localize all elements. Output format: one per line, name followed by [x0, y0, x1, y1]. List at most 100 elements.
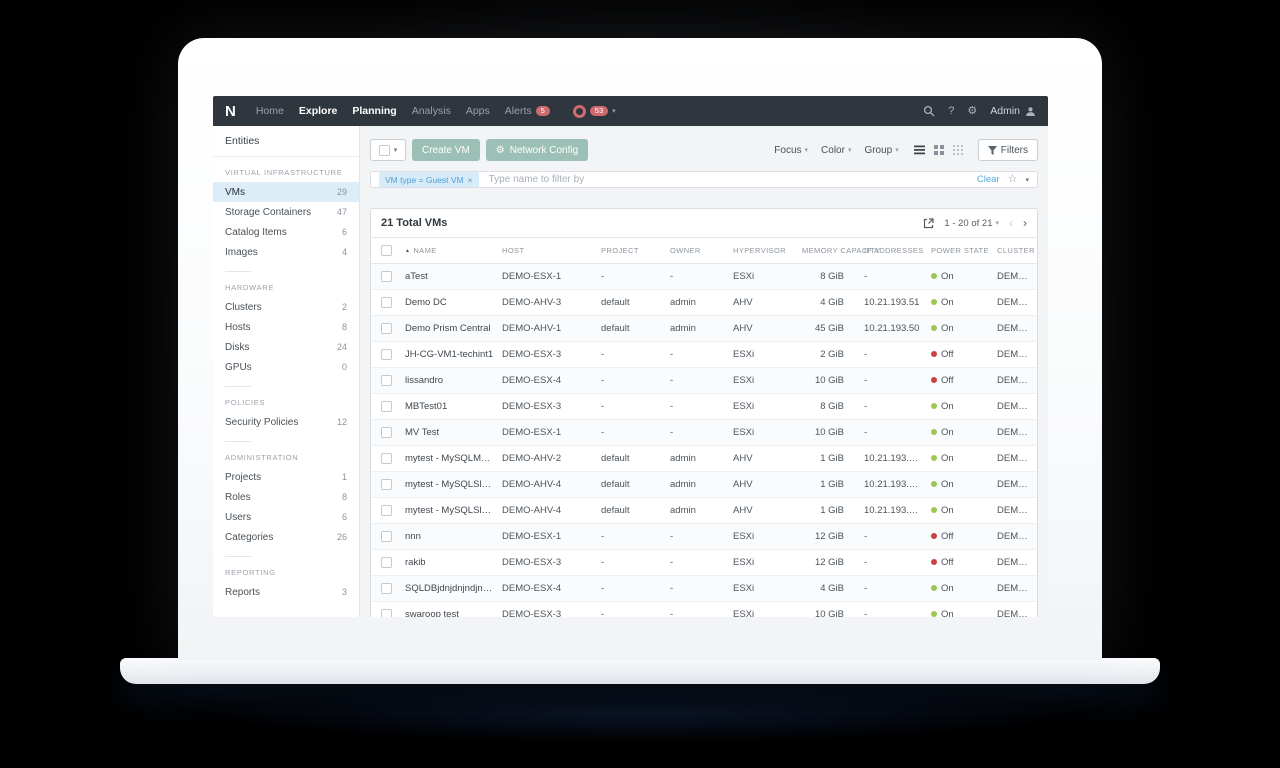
- cell-cluster: DEMO-ESXI: [993, 368, 1037, 393]
- column-header-name[interactable]: ▲NAME: [401, 239, 498, 262]
- export-icon[interactable]: [923, 218, 934, 229]
- sidebar-item-vms[interactable]: VMs29: [213, 182, 359, 202]
- cell-host: DEMO-ESX-3: [498, 550, 597, 575]
- health-indicator[interactable]: 53 ▾: [573, 105, 616, 118]
- row-checkbox-cell[interactable]: [371, 524, 401, 549]
- nav-item-home[interactable]: Home: [256, 105, 284, 117]
- cell-name: mytest - MySQLMaster: [401, 446, 498, 471]
- cell-project: -: [597, 368, 666, 393]
- column-header-project[interactable]: PROJECT: [597, 239, 666, 262]
- sidebar-item-catalog-items[interactable]: Catalog Items6: [213, 222, 359, 242]
- row-checkbox-cell[interactable]: [371, 290, 401, 315]
- cell-hypervisor: ESXi: [729, 342, 798, 367]
- table-row[interactable]: Demo Prism CentralDEMO-AHV-1defaultadmin…: [371, 316, 1037, 342]
- cell-project: default: [597, 446, 666, 471]
- header-checkbox-cell[interactable]: [371, 238, 401, 263]
- help-icon[interactable]: ?: [948, 106, 954, 117]
- page-prev-button[interactable]: ‹: [1009, 217, 1013, 229]
- nav-item-analysis[interactable]: Analysis: [412, 105, 451, 117]
- user-menu[interactable]: Admin: [990, 105, 1036, 117]
- column-header-ip[interactable]: IP ADDRESSES: [860, 239, 927, 262]
- sidebar-item-hosts[interactable]: Hosts8: [213, 317, 359, 337]
- focus-dropdown[interactable]: Focus ▾: [774, 145, 808, 156]
- search-icon[interactable]: [923, 105, 935, 117]
- table-row[interactable]: MV TestDEMO-ESX-1--ESXi10 GiB-OnDEMO-ESX…: [371, 420, 1037, 446]
- select-all-dropdown[interactable]: ▾: [370, 139, 406, 161]
- chevron-down-icon[interactable]: ▾: [1025, 176, 1029, 184]
- dot-grid-view-icon[interactable]: [953, 145, 963, 155]
- column-header-host[interactable]: HOST: [498, 239, 597, 262]
- cell-hypervisor: ESXi: [729, 394, 798, 419]
- sidebar-item-disks[interactable]: Disks24: [213, 337, 359, 357]
- row-checkbox-cell[interactable]: [371, 446, 401, 471]
- row-checkbox-cell[interactable]: [371, 316, 401, 341]
- cell-owner: -: [666, 394, 729, 419]
- table-row[interactable]: rakibDEMO-ESX-3--ESXi12 GiB-OffDEMO-ESXI: [371, 550, 1037, 576]
- sidebar-item-storage-containers[interactable]: Storage Containers47: [213, 202, 359, 222]
- close-icon[interactable]: ×: [468, 175, 473, 185]
- row-checkbox-cell[interactable]: [371, 394, 401, 419]
- gear-icon[interactable]: ⚙: [967, 106, 977, 117]
- network-config-button[interactable]: ⚙Network Config: [486, 139, 588, 161]
- table-row[interactable]: aTestDEMO-ESX-1--ESXi8 GiB-OnDEMO-ESXI: [371, 264, 1037, 290]
- sidebar-item-count: 6: [342, 227, 347, 237]
- row-checkbox-cell[interactable]: [371, 264, 401, 289]
- row-checkbox-cell[interactable]: [371, 342, 401, 367]
- filters-button[interactable]: Filters: [978, 139, 1038, 161]
- sidebar-item-users[interactable]: Users6: [213, 507, 359, 527]
- filter-chip-vm-type[interactable]: VM type = Guest VM ×: [379, 172, 479, 187]
- row-checkbox-cell[interactable]: [371, 498, 401, 523]
- row-checkbox-cell[interactable]: [371, 368, 401, 393]
- cell-hypervisor: ESXi: [729, 524, 798, 549]
- row-checkbox-cell[interactable]: [371, 602, 401, 617]
- table-row[interactable]: SQLDBjdnjdnjndjnjdnDEMO-ESX-4--ESXi4 GiB…: [371, 576, 1037, 602]
- sidebar-section-label-administration: ADMINISTRATION: [213, 442, 359, 467]
- nav-item-alerts[interactable]: Alerts 5: [505, 105, 550, 117]
- pagination-range-dropdown[interactable]: 1 - 20 of 21 ▾: [944, 218, 999, 229]
- sidebar-item-security-policies[interactable]: Security Policies12: [213, 412, 359, 432]
- cell-ip: -: [860, 524, 927, 549]
- row-checkbox-cell[interactable]: [371, 472, 401, 497]
- table-row[interactable]: mytest - MySQLSlaveVMDEMO-AHV-4defaultad…: [371, 472, 1037, 498]
- row-checkbox-cell[interactable]: [371, 576, 401, 601]
- table-row[interactable]: Demo DCDEMO-AHV-3defaultadminAHV4 GiB10.…: [371, 290, 1037, 316]
- table-row[interactable]: nnnDEMO-ESX-1--ESXi12 GiB-OffDEMO-ESXI: [371, 524, 1037, 550]
- table-row[interactable]: lissandroDEMO-ESX-4--ESXi10 GiB-OffDEMO-…: [371, 368, 1037, 394]
- column-header-memory[interactable]: MEMORY CAPACITY: [798, 239, 860, 262]
- sidebar-item-images[interactable]: Images4: [213, 242, 359, 262]
- sidebar-item-reports[interactable]: Reports3: [213, 582, 359, 602]
- nav-item-explore[interactable]: Explore: [299, 105, 338, 117]
- row-checkbox-cell[interactable]: [371, 420, 401, 445]
- sidebar-item-roles[interactable]: Roles8: [213, 487, 359, 507]
- cell-memory: 2 GiB: [798, 342, 860, 367]
- clear-filters-link[interactable]: Clear: [977, 174, 1000, 185]
- color-dropdown[interactable]: Color ▾: [821, 145, 851, 156]
- column-header-hypervisor[interactable]: HYPERVISOR: [729, 239, 798, 262]
- table-row[interactable]: mytest - MySQLSlaveVMDEMO-AHV-4defaultad…: [371, 498, 1037, 524]
- star-icon[interactable]: ☆: [1008, 174, 1018, 185]
- column-header-owner[interactable]: OWNER: [666, 239, 729, 262]
- list-view-icon[interactable]: [914, 145, 925, 155]
- sidebar-item-categories[interactable]: Categories26: [213, 527, 359, 547]
- page-next-button[interactable]: ›: [1023, 217, 1027, 229]
- sidebar-item-projects[interactable]: Projects1: [213, 467, 359, 487]
- column-header-cluster[interactable]: CLUSTER: [993, 239, 1039, 262]
- sidebar-item-clusters[interactable]: Clusters2: [213, 297, 359, 317]
- grid-view-icon[interactable]: [934, 145, 944, 155]
- group-dropdown[interactable]: Group ▾: [864, 145, 898, 156]
- column-header-power[interactable]: POWER STATE: [927, 239, 993, 262]
- cell-power: Off: [927, 342, 993, 367]
- table-row[interactable]: swaroop testDEMO-ESX-3--ESXi10 GiB-OnDEM…: [371, 602, 1037, 617]
- name-filter-input[interactable]: [487, 173, 969, 186]
- table-row[interactable]: mytest - MySQLMasterDEMO-AHV-2defaultadm…: [371, 446, 1037, 472]
- table-row[interactable]: JH-CG-VM1-techint1DEMO-ESX-3--ESXi2 GiB-…: [371, 342, 1037, 368]
- filter-bar[interactable]: VM type = Guest VM × Clear ☆ ▾: [370, 171, 1038, 188]
- create-vm-button[interactable]: Create VM: [412, 139, 480, 161]
- cell-ip: -: [860, 550, 927, 575]
- nav-item-planning[interactable]: Planning: [352, 105, 396, 117]
- row-checkbox-cell[interactable]: [371, 550, 401, 575]
- cell-name: Demo DC: [401, 290, 498, 315]
- sidebar-item-gpus[interactable]: GPUs0: [213, 357, 359, 377]
- nav-item-apps[interactable]: Apps: [466, 105, 490, 117]
- table-row[interactable]: MBTest01DEMO-ESX-3--ESXi8 GiB-OnDEMO-ESX…: [371, 394, 1037, 420]
